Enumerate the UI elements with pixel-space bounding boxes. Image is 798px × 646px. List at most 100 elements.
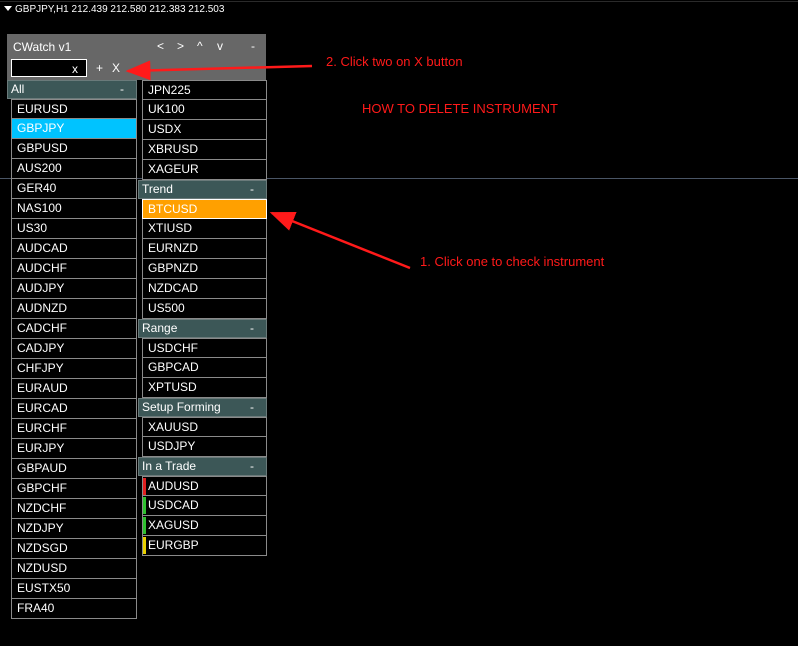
add-instrument-button[interactable]: + — [96, 61, 103, 75]
instrument-row[interactable]: USDX — [142, 120, 267, 140]
nav-prev-button[interactable]: < — [157, 39, 164, 53]
instrument-symbol: XAGEUR — [148, 162, 199, 176]
instrument-row[interactable]: GER40 — [11, 179, 137, 199]
instrument-row[interactable]: XAGEUR — [142, 160, 267, 180]
instrument-symbol: NAS100 — [17, 201, 62, 215]
instrument-row[interactable]: AUDCHF — [11, 259, 137, 279]
instrument-row[interactable]: US500 — [142, 299, 267, 319]
instrument-row[interactable]: XAGUSD — [142, 516, 267, 536]
instrument-row[interactable]: NZDCHF — [11, 499, 137, 519]
dropdown-triangle-icon[interactable] — [4, 6, 12, 12]
instrument-symbol: USDCAD — [148, 498, 199, 512]
instrument-row[interactable]: EURCAD — [11, 399, 137, 419]
instrument-row[interactable]: EURCHF — [11, 419, 137, 439]
instrument-row[interactable]: NZDCAD — [142, 279, 267, 299]
group-header-trend[interactable]: Trend - — [138, 180, 267, 199]
instrument-row[interactable]: CADCHF — [11, 319, 137, 339]
instrument-row[interactable]: NZDSGD — [11, 539, 137, 559]
instrument-row[interactable]: NZDUSD — [11, 559, 137, 579]
instrument-symbol: AUDCHF — [17, 261, 67, 275]
instrument-row[interactable]: EURNZD — [142, 239, 267, 259]
instrument-row[interactable]: GBPCHF — [11, 479, 137, 499]
instrument-symbol: CADCHF — [17, 321, 67, 335]
instrument-symbol: NZDCHF — [17, 501, 67, 515]
instrument-symbol: NZDSGD — [17, 541, 68, 555]
instrument-row[interactable]: NZDJPY — [11, 519, 137, 539]
instrument-row[interactable]: GBPCAD — [142, 358, 267, 378]
instrument-symbol: GBPAUD — [17, 461, 67, 475]
chart-symbol-header: GBPJPY,H1 212.439 212.580 212.383 212.50… — [2, 4, 224, 15]
nav-next-button[interactable]: > — [177, 39, 184, 53]
group-header-range[interactable]: Range - — [138, 319, 267, 338]
instrument-symbol: GER40 — [17, 181, 57, 195]
instrument-row[interactable]: UK100 — [142, 100, 267, 120]
instrument-symbol: GBPJPY — [17, 121, 65, 135]
collapse-group-button[interactable]: - — [120, 81, 124, 98]
group-header-setup-forming[interactable]: Setup Forming - — [138, 398, 267, 417]
instrument-row[interactable]: GBPNZD — [142, 259, 267, 279]
instrument-row[interactable]: EURJPY — [11, 439, 137, 459]
instrument-row[interactable]: GBPUSD — [11, 139, 137, 159]
instrument-row[interactable]: XAUUSD — [142, 417, 267, 437]
collapse-group-button[interactable]: - — [250, 320, 254, 337]
instrument-row[interactable]: JPN225 — [142, 80, 267, 100]
instrument-row-selected[interactable]: GBPJPY — [11, 119, 137, 139]
instrument-symbol: JPN225 — [148, 83, 191, 97]
instrument-row[interactable]: FRA40 — [11, 599, 137, 619]
collapse-group-button[interactable]: - — [250, 181, 254, 198]
nav-down-button[interactable]: v — [217, 39, 223, 53]
group-header-label: All — [11, 82, 25, 96]
instrument-row[interactable]: XTIUSD — [142, 219, 267, 239]
instrument-row[interactable]: EURAUD — [11, 379, 137, 399]
instrument-row[interactable]: XBRUSD — [142, 140, 267, 160]
instrument-row[interactable]: EURGBP — [142, 536, 267, 556]
trade-status-indicator — [143, 517, 146, 534]
instrument-row[interactable]: CADJPY — [11, 339, 137, 359]
instrument-symbol: XAGUSD — [148, 518, 199, 532]
instrument-symbol: NZDJPY — [17, 521, 64, 535]
instrument-row[interactable]: NAS100 — [11, 199, 137, 219]
instrument-symbol: NZDCAD — [148, 281, 198, 295]
instrument-row[interactable]: USDCHF — [142, 338, 267, 358]
instrument-list: EURUSD GBPJPY GBPUSD AUS200 GER40 NAS100 US30 A… — [11, 99, 137, 619]
instrument-symbol: XPTUSD — [148, 380, 197, 394]
minimize-button[interactable]: - — [251, 39, 255, 53]
instrument-row[interactable]: AUDJPY — [11, 279, 137, 299]
instrument-row[interactable]: XPTUSD — [142, 378, 267, 398]
grouped-instruments-column: JPN225 UK100 USDX XBRUSD XAGEUR Trend - BTCUSD X… — [138, 80, 267, 556]
instrument-row[interactable]: CHFJPY — [11, 359, 137, 379]
collapse-group-button[interactable]: - — [250, 399, 254, 416]
instrument-symbol: XBRUSD — [148, 142, 199, 156]
instrument-row[interactable]: AUDUSD — [142, 476, 267, 496]
all-instruments-column: All - EURUSD GBPJPY GBPUSD AUS200 GER40 NAS10… — [7, 80, 137, 619]
clear-input-button[interactable]: x — [72, 62, 78, 76]
instrument-symbol: CHFJPY — [17, 361, 64, 375]
instrument-row[interactable]: GBPAUD — [11, 459, 137, 479]
instrument-symbol: EURGBP — [148, 538, 199, 552]
arrow-to-btcusd — [269, 211, 411, 270]
instrument-row[interactable]: AUDNZD — [11, 299, 137, 319]
instrument-symbol: CADJPY — [17, 341, 65, 355]
instrument-row[interactable]: EUSTX50 — [11, 579, 137, 599]
annotation-step-2: 2. Click two on X button — [326, 54, 463, 69]
instrument-symbol: AUDUSD — [148, 479, 199, 493]
group-header-in-a-trade[interactable]: In a Trade - — [138, 457, 267, 476]
instrument-row[interactable]: AUS200 — [11, 159, 137, 179]
group-header-label: In a Trade — [142, 459, 197, 473]
collapse-group-button[interactable]: - — [250, 458, 254, 475]
group-header-all[interactable]: All - — [7, 80, 137, 99]
instrument-symbol: GBPCHF — [17, 481, 68, 495]
instrument-symbol: EURNZD — [148, 241, 198, 255]
group-header-label: Setup Forming — [142, 400, 221, 414]
instrument-row[interactable]: US30 — [11, 219, 137, 239]
instrument-symbol: USDJPY — [148, 439, 196, 453]
panel-title: CWatch v1 — [13, 40, 72, 54]
instrument-row[interactable]: EURUSD — [11, 99, 137, 119]
nav-up-button[interactable]: ^ — [197, 39, 203, 53]
instrument-row[interactable]: USDCAD — [142, 496, 267, 516]
instrument-symbol: EURJPY — [17, 441, 65, 455]
instrument-row-selected[interactable]: BTCUSD — [142, 199, 267, 219]
instrument-row[interactable]: AUDCAD — [11, 239, 137, 259]
instrument-row[interactable]: USDJPY — [142, 437, 267, 457]
delete-instrument-button[interactable]: X — [112, 61, 120, 75]
